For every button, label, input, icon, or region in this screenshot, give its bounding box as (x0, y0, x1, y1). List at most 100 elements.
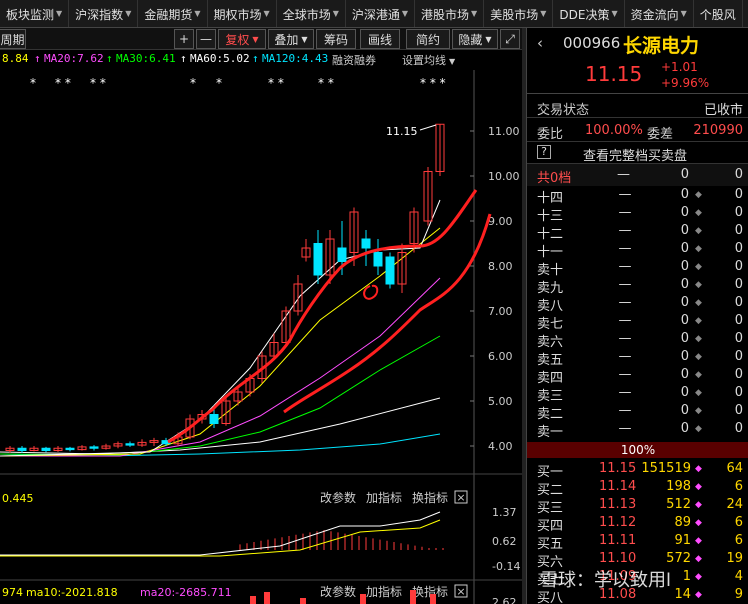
sell-level-num: 0 (734, 277, 743, 292)
stock-change: +1.01 (661, 60, 698, 74)
buy-level-row[interactable]: 买二 11.14 198 ◆ 6 (527, 478, 748, 498)
sell-level-row[interactable]: 十四 —0 ◆ 0 (527, 186, 748, 206)
high-price-label: 11.15 (386, 125, 418, 138)
sell-level-price: — (618, 367, 632, 382)
sell-level-vol: 0 (680, 187, 689, 202)
marker-star: * * (90, 76, 106, 90)
macd-edit-params-button: 改参数 (320, 490, 356, 505)
full-book-row[interactable]: ? 查看完整档买卖盘 (527, 142, 748, 164)
sell-level-row[interactable]: 卖三 —0 ◆ 0 (527, 384, 748, 404)
buy-level-row[interactable]: 买四 11.12 89 ◆ 6 (527, 514, 748, 534)
vol-edit-params-button: 改参数 (320, 584, 356, 599)
tab-1[interactable]: 沪深指数 ▼ (69, 0, 139, 27)
sell-level-row[interactable]: 卖一 — 0 ◆ 0 (527, 420, 748, 440)
full-book-link[interactable]: 查看完整档买卖盘 (583, 145, 687, 164)
order-ratio-label: 委比 (537, 127, 564, 142)
candle-body (209, 414, 219, 424)
sell-level-row[interactable]: 卖七 —0 ◆ 0 (527, 312, 748, 332)
zoom-out-button[interactable]: — (196, 29, 216, 49)
overlay-button[interactable]: 叠加 ▼ (268, 29, 314, 49)
draw-line-button[interactable]: 画线 (360, 29, 400, 49)
candle-body (337, 247, 347, 262)
marker-star: * * (268, 76, 284, 90)
tab-3[interactable]: 期权市场 ▼ (208, 0, 277, 27)
tab-9[interactable]: 资金流向 ▼ (625, 0, 694, 27)
candle-body (89, 446, 99, 449)
diamond-icon: ◆ (695, 226, 702, 236)
diamond-icon: ◆ (695, 208, 702, 218)
book-ratio-bar: 100% (527, 442, 748, 458)
buy-level-price: 11.15 (599, 461, 637, 476)
tab-label: 金融期货 (144, 8, 193, 22)
close-icon: × (456, 585, 465, 598)
candle-body (385, 256, 395, 285)
prev-stock-icon[interactable]: ‹ (537, 34, 543, 52)
candle-body (361, 238, 371, 249)
chips-button[interactable]: 筹码 (316, 29, 356, 49)
period-selector[interactable]: 周期 (0, 29, 26, 49)
tab-6[interactable]: 港股市场 ▼ (415, 0, 485, 27)
tab-0[interactable]: 板块监测 ▼ (0, 0, 70, 27)
buy-level-num: 6 (734, 479, 743, 494)
diamond-icon: ◆ (695, 370, 702, 380)
tab-label: 港股市场 (421, 8, 470, 22)
sell-level-row[interactable]: 卖六 —0 ◆ 0 (527, 330, 748, 350)
trade-status-value: 已收市 (703, 103, 743, 118)
sell-level-row[interactable]: 卖五 —0 ◆ 0 (527, 348, 748, 368)
hide-label: 隐藏 (458, 32, 483, 47)
expand-icon[interactable]: ⤢ (500, 29, 520, 49)
candle-body (373, 252, 383, 267)
y-tick-label: 4.00 (488, 440, 513, 453)
macd-tick-label: -0.14 (492, 560, 520, 573)
sell-level-price: — (618, 313, 632, 328)
tab-label: 资金流向 (630, 8, 679, 22)
sell-level-vol: 0 (680, 421, 689, 436)
sell-level-row[interactable]: 十二 —0 ◆ 0 (527, 222, 748, 242)
buy-level-row[interactable]: 买五 11.11 91 ◆ 6 (527, 532, 748, 552)
sell-level-row[interactable]: 十三 —0 ◆ 0 (527, 204, 748, 224)
diamond-icon: ◆ (695, 190, 702, 200)
total-levels-num: 0 (734, 167, 743, 182)
macd-switch-indicator-button: 换指标 (412, 490, 448, 505)
zoom-in-button[interactable]: + (174, 29, 194, 49)
sell-level-label: 卖一 (537, 425, 564, 440)
sell-level-price: — (618, 241, 632, 256)
hide-button[interactable]: 隐藏 ▼ (452, 29, 498, 49)
help-icon[interactable]: ? (537, 145, 551, 159)
tab-7[interactable]: 美股市场 ▼ (484, 0, 554, 27)
sell-level-row[interactable]: 卖九 —0 ◆ 0 (527, 276, 748, 296)
buy-level-row[interactable]: 买三 11.13 512 ◆ 24 (527, 496, 748, 516)
tab-5[interactable]: 沪深港通 ▼ (346, 0, 416, 27)
chevron-down-icon: ▼ (401, 9, 409, 18)
stock-name: 长源电力 (623, 35, 700, 57)
adjust-button[interactable]: 复权 ▼ (218, 29, 266, 49)
chevron-down-icon: ▼ (680, 9, 687, 18)
sell-level-vol: 0 (680, 223, 689, 238)
tab-8[interactable]: DDE决策 ▼ (553, 0, 625, 27)
chart-toolbar: 周期 + — 复权 ▼ 叠加 ▼ 筹码 画线 简约 隐藏 ▼ ⤢ (0, 28, 522, 50)
buy-level-row[interactable]: 买一 11.15 151519 ◆ 64 (527, 460, 748, 480)
sell-level-num: 0 (734, 403, 743, 418)
chevron-down-icon: ▼ (252, 34, 259, 44)
zoom-out-label: — (200, 32, 212, 46)
tab-label: 个股风 (699, 8, 736, 22)
diamond-icon: ◆ (695, 244, 702, 254)
tab-4[interactable]: 全球市场 ▼ (277, 0, 346, 27)
sell-level-row[interactable]: 卖四 —0 ◆ 0 (527, 366, 748, 386)
vol-ma20: ma20:-2685.711 (140, 586, 232, 599)
simple-mode-button[interactable]: 简约 (406, 29, 450, 49)
buy-level-price: 11.13 (599, 497, 637, 512)
tab-10[interactable]: 个股风 (694, 0, 743, 27)
simple-mode-label: 简约 (415, 32, 440, 47)
total-levels-row: 共0档 — 0 0 (527, 164, 748, 186)
diamond-icon: ◆ (695, 262, 702, 272)
sell-level-row[interactable]: 卖八 —0 ◆ 0 (527, 294, 748, 314)
sell-level-row[interactable]: 卖二 —0 ◆ 0 (527, 402, 748, 422)
close-icon: × (456, 491, 465, 504)
diamond-icon: ◆ (695, 518, 702, 528)
stock-code: 000966 (563, 34, 621, 52)
sell-level-row[interactable]: 十一 —0 ◆ 0 (527, 240, 748, 260)
sell-level-row[interactable]: 卖十 —0 ◆ 0 (527, 258, 748, 278)
kline-chart-area[interactable]: 周期 + — 复权 ▼ 叠加 ▼ 筹码 画线 简约 隐藏 ▼ ⤢ 8.84 ↑ MA2… (0, 28, 522, 604)
tab-2[interactable]: 金融期货 ▼ (138, 0, 208, 27)
